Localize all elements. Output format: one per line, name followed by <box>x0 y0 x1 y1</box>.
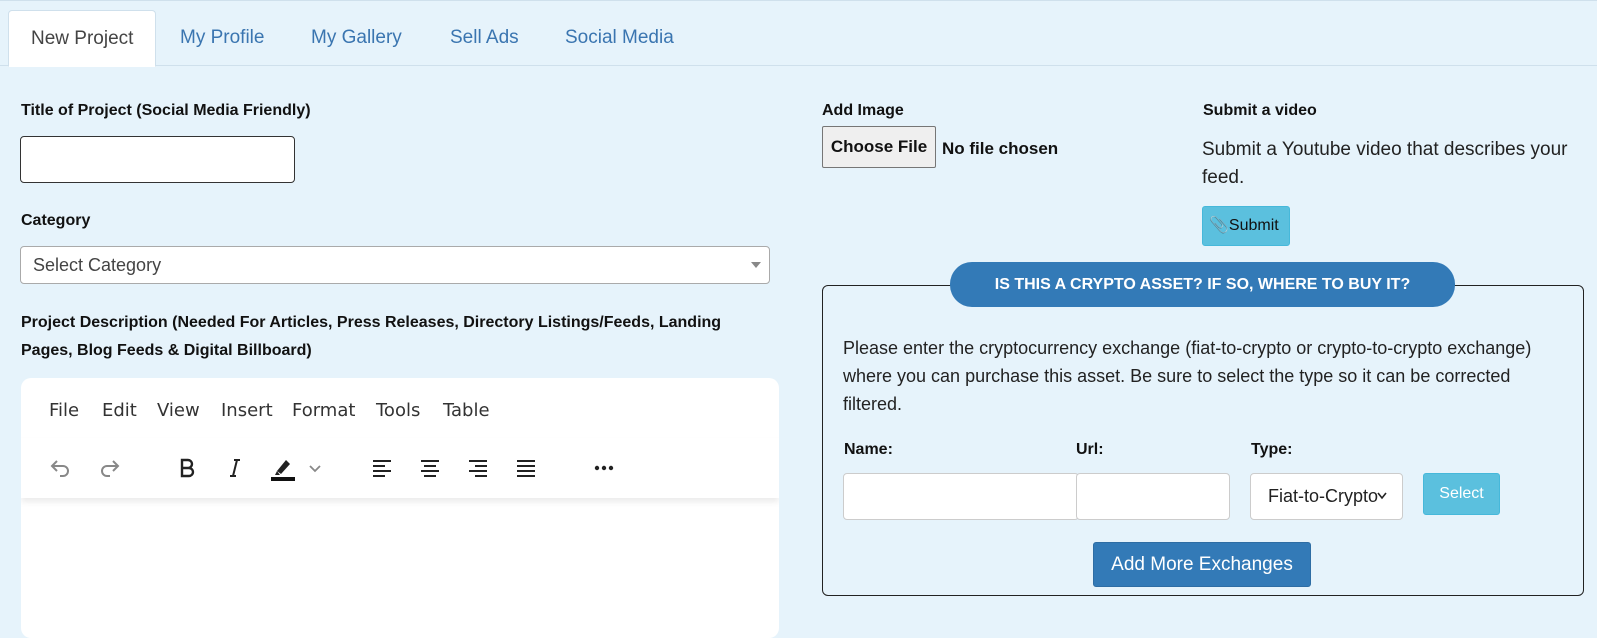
align-justify-icon[interactable] <box>510 452 542 484</box>
tab-social-media[interactable]: Social Media <box>543 10 696 67</box>
description-label-line2: Pages, Blog Feeds & Digital Billboard) <box>21 342 312 359</box>
title-input[interactable] <box>20 136 295 183</box>
add-more-exchanges-button[interactable]: Add More Exchanges <box>1093 542 1311 587</box>
exchange-url-input[interactable] <box>1076 473 1230 520</box>
menu-insert[interactable]: Insert <box>221 400 273 421</box>
tab-my-profile[interactable]: My Profile <box>158 10 286 67</box>
description-label-line1: Project Description (Needed For Articles… <box>21 314 722 331</box>
tab-sell-ads[interactable]: Sell Ads <box>428 10 541 67</box>
menu-format[interactable]: Format <box>292 400 355 421</box>
tab-new-project[interactable]: New Project <box>8 10 157 67</box>
chevron-down-icon <box>1376 476 1388 519</box>
description-editor: File Edit View Insert Format Tools Table <box>21 378 779 638</box>
undo-icon[interactable] <box>44 452 76 484</box>
paperclip-icon: 📎 <box>1209 217 1229 234</box>
highlight-color-icon[interactable] <box>267 452 299 484</box>
add-image-label: Add Image <box>822 102 904 119</box>
menu-table[interactable]: Table <box>443 400 490 421</box>
tab-bar: New Project My Profile My Gallery Sell A… <box>0 0 1597 67</box>
exchange-type-label: Type: <box>1251 441 1293 458</box>
chevron-down-icon <box>751 262 761 268</box>
category-select[interactable]: Select Category <box>20 246 770 284</box>
exchange-url-label: Url: <box>1076 441 1104 458</box>
more-options-icon[interactable] <box>588 452 620 484</box>
submit-video-button[interactable]: 📎Submit <box>1202 206 1290 246</box>
submit-video-label: Submit a video <box>1203 102 1317 119</box>
category-label: Category <box>21 212 91 229</box>
category-select-value: Select Category <box>33 255 162 275</box>
align-center-icon[interactable] <box>414 452 446 484</box>
crypto-description: Please enter the cryptocurrency exchange… <box>843 338 1532 414</box>
crypto-banner: IS THIS A CRYPTO ASSET? IF SO, WHERE TO … <box>950 262 1455 307</box>
align-left-icon[interactable] <box>366 452 398 484</box>
italic-icon[interactable] <box>219 452 251 484</box>
exchange-type-select[interactable]: Fiat-to-Crypto <box>1250 473 1403 520</box>
exchange-type-value: Fiat-to-Crypto <box>1268 486 1379 506</box>
choose-file-button[interactable]: Choose File <box>822 126 936 168</box>
title-label: Title of Project (Social Media Friendly) <box>21 102 311 119</box>
menu-file[interactable]: File <box>49 400 79 421</box>
file-status: No file chosen <box>942 139 1059 158</box>
exchange-select-button[interactable]: Select <box>1423 473 1500 515</box>
exchange-name-label: Name: <box>844 441 893 458</box>
video-description: Submit a Youtube video that describes yo… <box>1202 139 1568 188</box>
submit-video-button-label: Submit <box>1228 217 1279 234</box>
exchange-name-input[interactable] <box>843 473 1079 520</box>
editor-toolbar <box>21 438 779 498</box>
editor-menubar: File Edit View Insert Format Tools Table <box>21 378 779 438</box>
redo-icon[interactable] <box>94 452 126 484</box>
menu-view[interactable]: View <box>157 400 200 421</box>
tab-my-gallery[interactable]: My Gallery <box>289 10 424 67</box>
chevron-down-icon[interactable] <box>299 452 331 484</box>
menu-tools[interactable]: Tools <box>376 400 420 421</box>
menu-edit[interactable]: Edit <box>102 400 137 421</box>
bold-icon[interactable] <box>171 452 203 484</box>
align-right-icon[interactable] <box>462 452 494 484</box>
